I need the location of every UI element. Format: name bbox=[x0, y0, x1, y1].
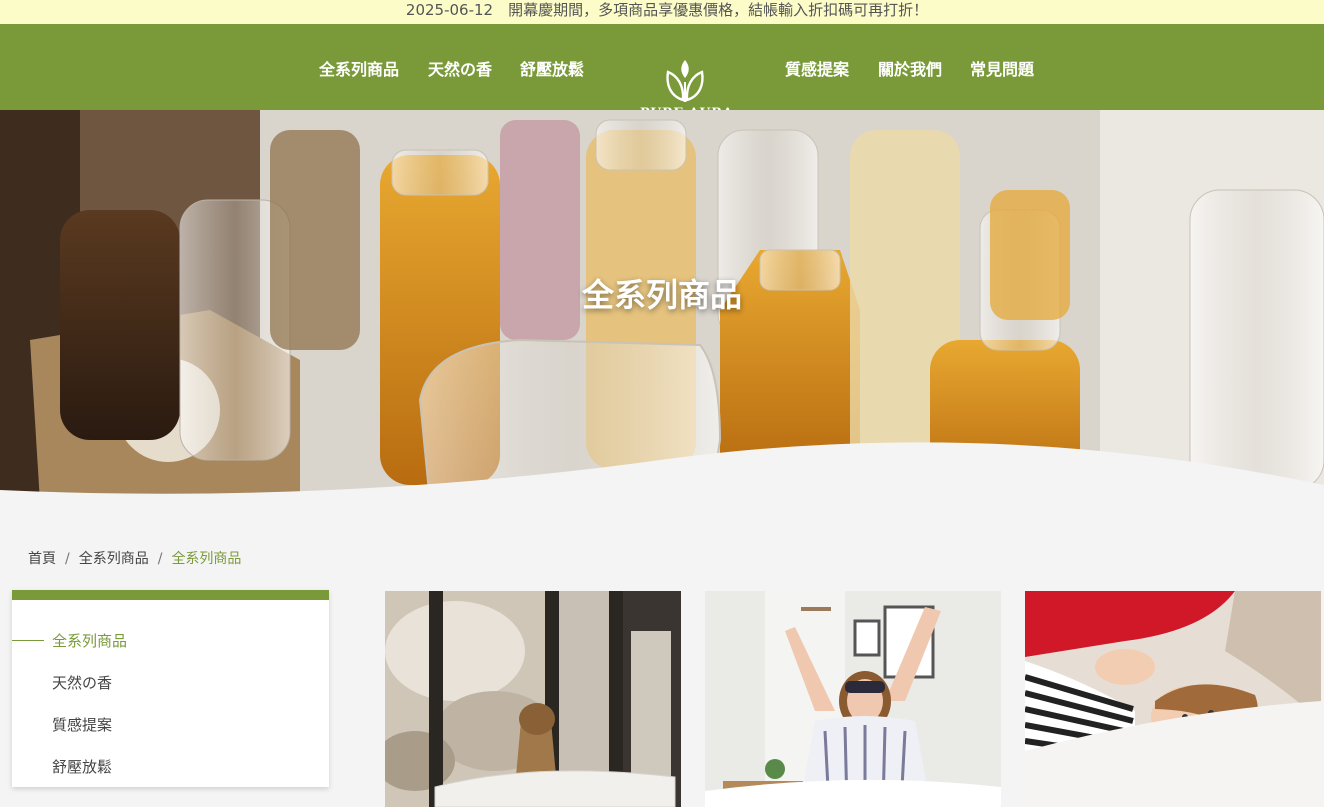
product-card[interactable] bbox=[385, 591, 681, 807]
main-navigation: 全系列商品 天然の香 舒壓放鬆 PURE AURA 質感提案 關於我們 常見問題 bbox=[0, 24, 1324, 121]
woman-stretching-in-bed-image bbox=[705, 591, 1001, 807]
active-indicator-line bbox=[12, 640, 44, 641]
nav-link-relaxation[interactable]: 舒壓放鬆 bbox=[520, 56, 584, 80]
breadcrumb-current: 全系列商品 bbox=[171, 551, 242, 567]
nav-link-about-us[interactable]: 關於我們 bbox=[878, 56, 942, 80]
woman-in-bathtub-image bbox=[385, 591, 681, 807]
hero-title: 全系列商品 bbox=[581, 276, 742, 314]
child-under-blanket-image bbox=[1025, 591, 1321, 807]
sidebar-item-all-products[interactable]: 全系列商品 bbox=[52, 630, 127, 651]
sidebar-item-relaxation[interactable]: 舒壓放鬆 bbox=[52, 756, 112, 777]
nav-link-quality-proposal[interactable]: 質感提案 bbox=[785, 56, 849, 80]
hero-banner: 全系列商品 bbox=[0, 110, 1324, 502]
sidebar-item-natural-scent[interactable]: 天然の香 bbox=[52, 672, 112, 693]
breadcrumb-separator: / bbox=[65, 551, 70, 567]
product-card[interactable] bbox=[1025, 591, 1321, 807]
category-sidebar: 全系列商品 天然の香 質感提案 舒壓放鬆 bbox=[12, 590, 329, 787]
sidebar-item-quality-proposal[interactable]: 質感提案 bbox=[52, 714, 112, 735]
nav-link-all-products[interactable]: 全系列商品 bbox=[319, 56, 399, 80]
breadcrumb-separator: / bbox=[157, 551, 163, 567]
announcement-bar: 2025-06-12 開幕慶期間，多項商品享優惠價格，結帳輸入折扣碼可再打折！ bbox=[0, 0, 1324, 24]
nav-link-natural-scent[interactable]: 天然の香 bbox=[428, 56, 492, 80]
breadcrumb-home[interactable]: 首頁 bbox=[28, 551, 56, 567]
nav-link-faq[interactable]: 常見問題 bbox=[970, 56, 1034, 80]
product-card[interactable] bbox=[705, 591, 1001, 807]
breadcrumb-category[interactable]: 全系列商品 bbox=[79, 551, 149, 567]
leaf-icon bbox=[666, 60, 704, 102]
breadcrumb: 首頁 / 全系列商品 / 全系列商品 bbox=[28, 548, 241, 568]
